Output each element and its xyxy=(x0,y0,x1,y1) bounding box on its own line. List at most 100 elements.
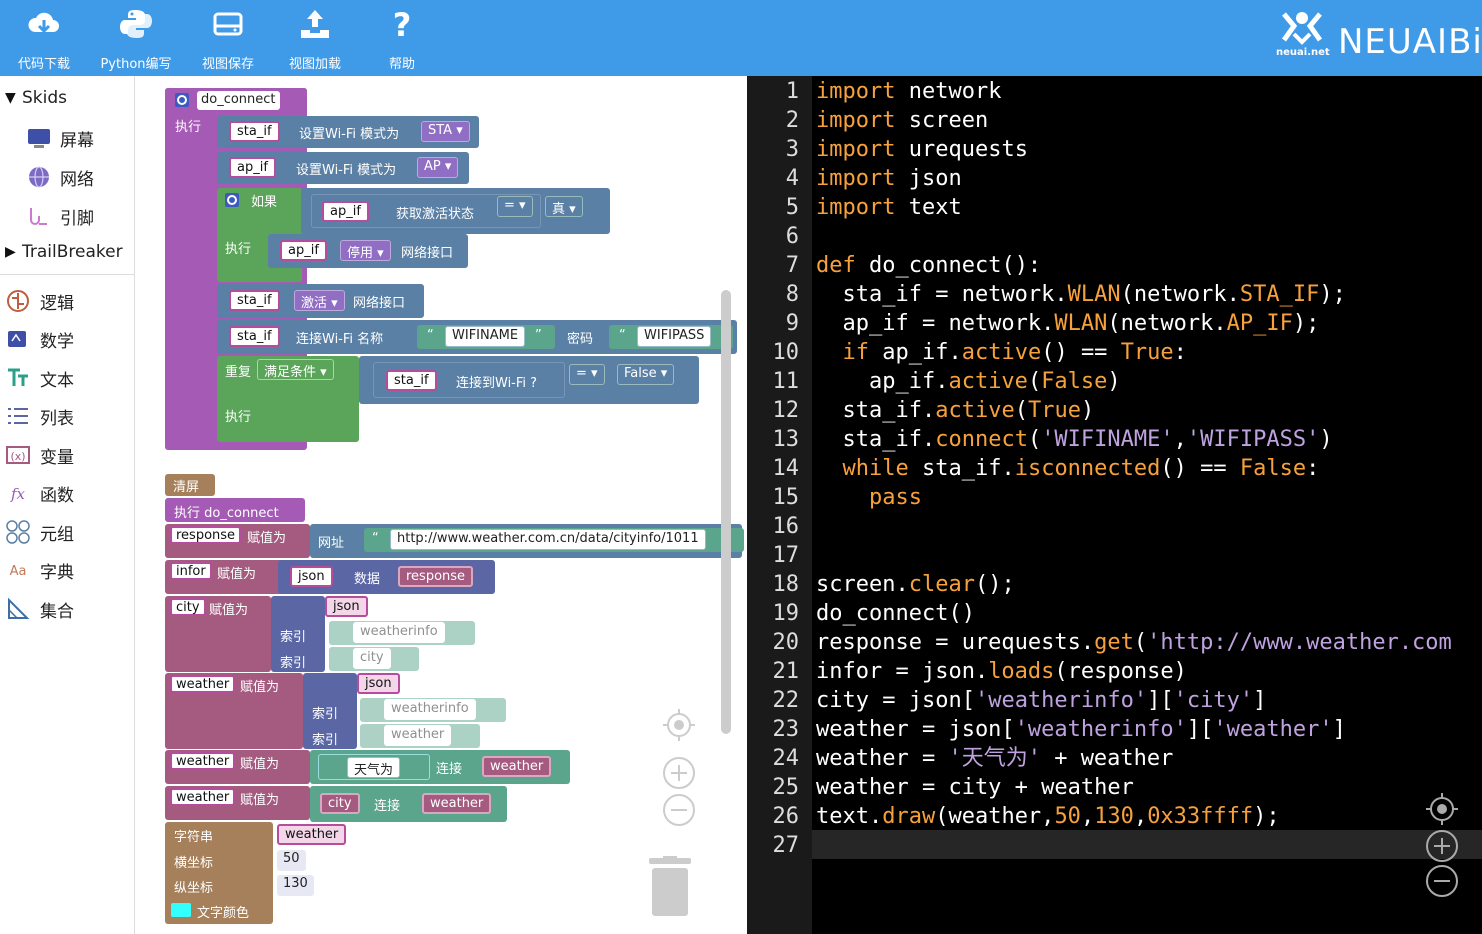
true-dropdown[interactable]: 真 ▾ xyxy=(545,196,583,217)
response-var[interactable]: response xyxy=(398,566,474,587)
is-connected-block[interactable]: sta_if 连接到Wi-Fi ? xyxy=(373,362,565,398)
wifiname-field[interactable]: WIFINAME xyxy=(445,326,526,347)
tianqiwei-field[interactable]: 天气为 xyxy=(347,757,401,778)
code-line[interactable]: pass xyxy=(816,483,922,512)
weather-var[interactable]: weather xyxy=(170,752,236,770)
category-variable[interactable]: (x) 变量 xyxy=(0,435,135,471)
sta-if-var[interactable]: sta_if xyxy=(229,121,280,142)
weatherinfo-field[interactable]: weatherinfo xyxy=(353,622,445,643)
assign-response-block[interactable]: response 赋值为 xyxy=(165,524,310,558)
city-var[interactable]: city xyxy=(170,598,206,616)
category-screen[interactable]: 屏幕 xyxy=(0,118,135,154)
recenter-icon[interactable] xyxy=(1425,792,1459,826)
category-trailbreaker[interactable]: ▶ TrailBreaker xyxy=(0,234,135,270)
sta-if-var[interactable]: sta_if xyxy=(229,326,280,347)
category-skids[interactable]: ▼ Skids xyxy=(0,80,135,116)
function-name-field[interactable]: do_connect xyxy=(197,91,280,110)
activate-iface-block[interactable]: sta_if 激活 ▾ 网络接口 xyxy=(217,284,424,318)
weather-var[interactable]: weather xyxy=(277,824,347,845)
weather-var[interactable]: weather xyxy=(482,756,552,777)
code-line[interactable]: def do_connect(): xyxy=(816,251,1041,280)
code-line[interactable]: weather = '天气为' + weather xyxy=(816,744,1173,773)
text-weatherinfo-block[interactable]: weatherinfo xyxy=(329,621,475,645)
assign-weather-concat-block[interactable]: weather 赋值为 xyxy=(165,750,310,784)
false-dropdown[interactable]: False ▾ xyxy=(617,364,675,385)
code-download-button[interactable]: 代码下载 xyxy=(4,0,84,76)
http-get-block[interactable]: 网址 “ http://www.weather.com.cn/data/city… xyxy=(310,524,744,558)
json-var[interactable]: json xyxy=(290,566,333,587)
activate-dropdown[interactable]: 激活 ▾ xyxy=(294,290,345,311)
connected-compare-block[interactable]: sta_if 连接到Wi-Fi ? = ▾ False ▾ xyxy=(359,356,699,404)
mode-dropdown-ap[interactable]: AP ▾ xyxy=(417,157,459,178)
zoom-out-icon[interactable] xyxy=(1425,864,1459,898)
weather-var[interactable]: weather xyxy=(170,675,236,693)
repeat-block[interactable]: 重复 满足条件 ▾ 执行 xyxy=(217,356,359,442)
zoom-in-icon[interactable] xyxy=(1425,829,1459,863)
disable-iface-block[interactable]: ap_if 停用 ▾ 网络接口 xyxy=(268,234,468,268)
index-block[interactable]: 索引 索引 xyxy=(303,673,357,749)
mode-dropdown-sta[interactable]: STA ▾ xyxy=(421,121,470,142)
text-wifiname-block[interactable]: “ WIFINAME ” xyxy=(417,325,555,349)
assign-weather-city-block[interactable]: weather 赋值为 xyxy=(165,786,310,820)
assign-infor-block[interactable]: infor 赋值为 xyxy=(165,560,285,594)
text-weather-block[interactable]: weather xyxy=(360,724,480,748)
category-function[interactable]: fx 函数 xyxy=(0,473,135,509)
code-line[interactable]: import json xyxy=(816,164,962,193)
code-line[interactable]: weather = json['weatherinfo']['weather'] xyxy=(816,715,1346,744)
connect-wifi-block[interactable]: sta_if 连接Wi-Fi 名称 “ WIFINAME ” 密码 “ WIFI… xyxy=(217,320,737,354)
code-line[interactable]: sta_if.connect('WIFINAME','WIFIPASS') xyxy=(816,425,1332,454)
category-list[interactable]: 列表 xyxy=(0,396,135,432)
infor-var[interactable]: infor xyxy=(170,562,212,580)
sta-if-var[interactable]: sta_if xyxy=(386,370,437,391)
function-header[interactable]: do_connect xyxy=(165,88,307,114)
assign-city-block[interactable]: city 赋值为 xyxy=(165,596,271,672)
code-line[interactable]: sta_if.active(True) xyxy=(816,396,1094,425)
disable-dropdown[interactable]: 停用 ▾ xyxy=(340,240,391,261)
category-pins[interactable]: 引脚 xyxy=(0,196,135,232)
category-set[interactable]: 集合 xyxy=(0,589,135,625)
code-line[interactable]: import screen xyxy=(816,106,988,135)
color-swatch[interactable] xyxy=(171,903,191,917)
concat-block[interactable]: city 连接 weather xyxy=(310,786,507,822)
code-line[interactable]: screen.clear(); xyxy=(816,570,1015,599)
url-field[interactable]: http://www.weather.com.cn/data/cityinfo/… xyxy=(390,529,706,550)
ap-if-var[interactable]: ap_if xyxy=(322,201,369,222)
text-wifipass-block[interactable]: “ WIFIPASS xyxy=(609,325,733,349)
category-math[interactable]: 数学 xyxy=(0,319,135,355)
code-line[interactable]: city = json['weatherinfo']['city'] xyxy=(816,686,1266,715)
code-editor[interactable]: 1 2 3 4 5 6 7 8 9 10 11 12 13 14 15 16 17 18 19 20 21 22 23 24 2… xyxy=(747,76,1482,934)
call-do-connect-block[interactable]: 执行 do_connect xyxy=(165,498,305,522)
code-line[interactable]: weather = city + weather xyxy=(816,773,1134,802)
category-dict[interactable]: Aa 字典 xyxy=(0,550,135,586)
eq-dropdown[interactable]: = ▾ xyxy=(569,364,605,385)
code-line[interactable]: text.draw(weather,50,130,0x33ffff); xyxy=(816,802,1280,831)
blockly-workspace[interactable]: do_connect 执行 sta_if 设置Wi-Fi 模式为 STA ▾ a… xyxy=(135,76,747,934)
text-url-block[interactable]: “ http://www.weather.com.cn/data/cityinf… xyxy=(364,528,744,552)
weatherinfo-field[interactable]: weatherinfo xyxy=(384,699,476,720)
sta-if-var[interactable]: sta_if xyxy=(229,290,280,311)
index-block[interactable]: 索引 索引 xyxy=(271,596,325,672)
wifipass-field[interactable]: WIFIPASS xyxy=(637,326,712,347)
text-tianqiwei-block[interactable]: 天气为 xyxy=(318,754,430,780)
code-line[interactable]: sta_if = network.WLAN(network.STA_IF); xyxy=(816,280,1345,309)
weather-var[interactable]: weather xyxy=(170,788,236,806)
city-field[interactable]: city xyxy=(353,648,391,669)
x-number-field[interactable]: 50 xyxy=(277,850,306,871)
json-var[interactable]: json xyxy=(357,673,400,694)
json-var[interactable]: json xyxy=(325,596,368,617)
zoom-out-icon[interactable] xyxy=(662,793,696,827)
code-line[interactable]: import urequests xyxy=(816,135,1028,164)
category-tuple[interactable]: 元组 xyxy=(0,512,135,548)
weather-field[interactable]: weather xyxy=(384,725,452,746)
help-button[interactable]: ? 帮助 xyxy=(362,0,442,76)
vertical-scrollbar[interactable] xyxy=(721,290,731,734)
assign-weather-block[interactable]: weather 赋值为 xyxy=(165,673,303,749)
category-text[interactable]: 文本 xyxy=(0,358,135,394)
zoom-in-icon[interactable] xyxy=(662,756,696,790)
ap-if-var[interactable]: ap_if xyxy=(280,240,327,261)
json-loads-block[interactable]: json 数据 response xyxy=(278,560,495,594)
view-load-button[interactable]: 视图加载 xyxy=(275,0,355,76)
category-logic[interactable]: 逻辑 xyxy=(0,281,135,317)
ap-if-var[interactable]: ap_if xyxy=(229,157,276,178)
clear-screen-block[interactable]: 清屏 xyxy=(165,474,215,496)
